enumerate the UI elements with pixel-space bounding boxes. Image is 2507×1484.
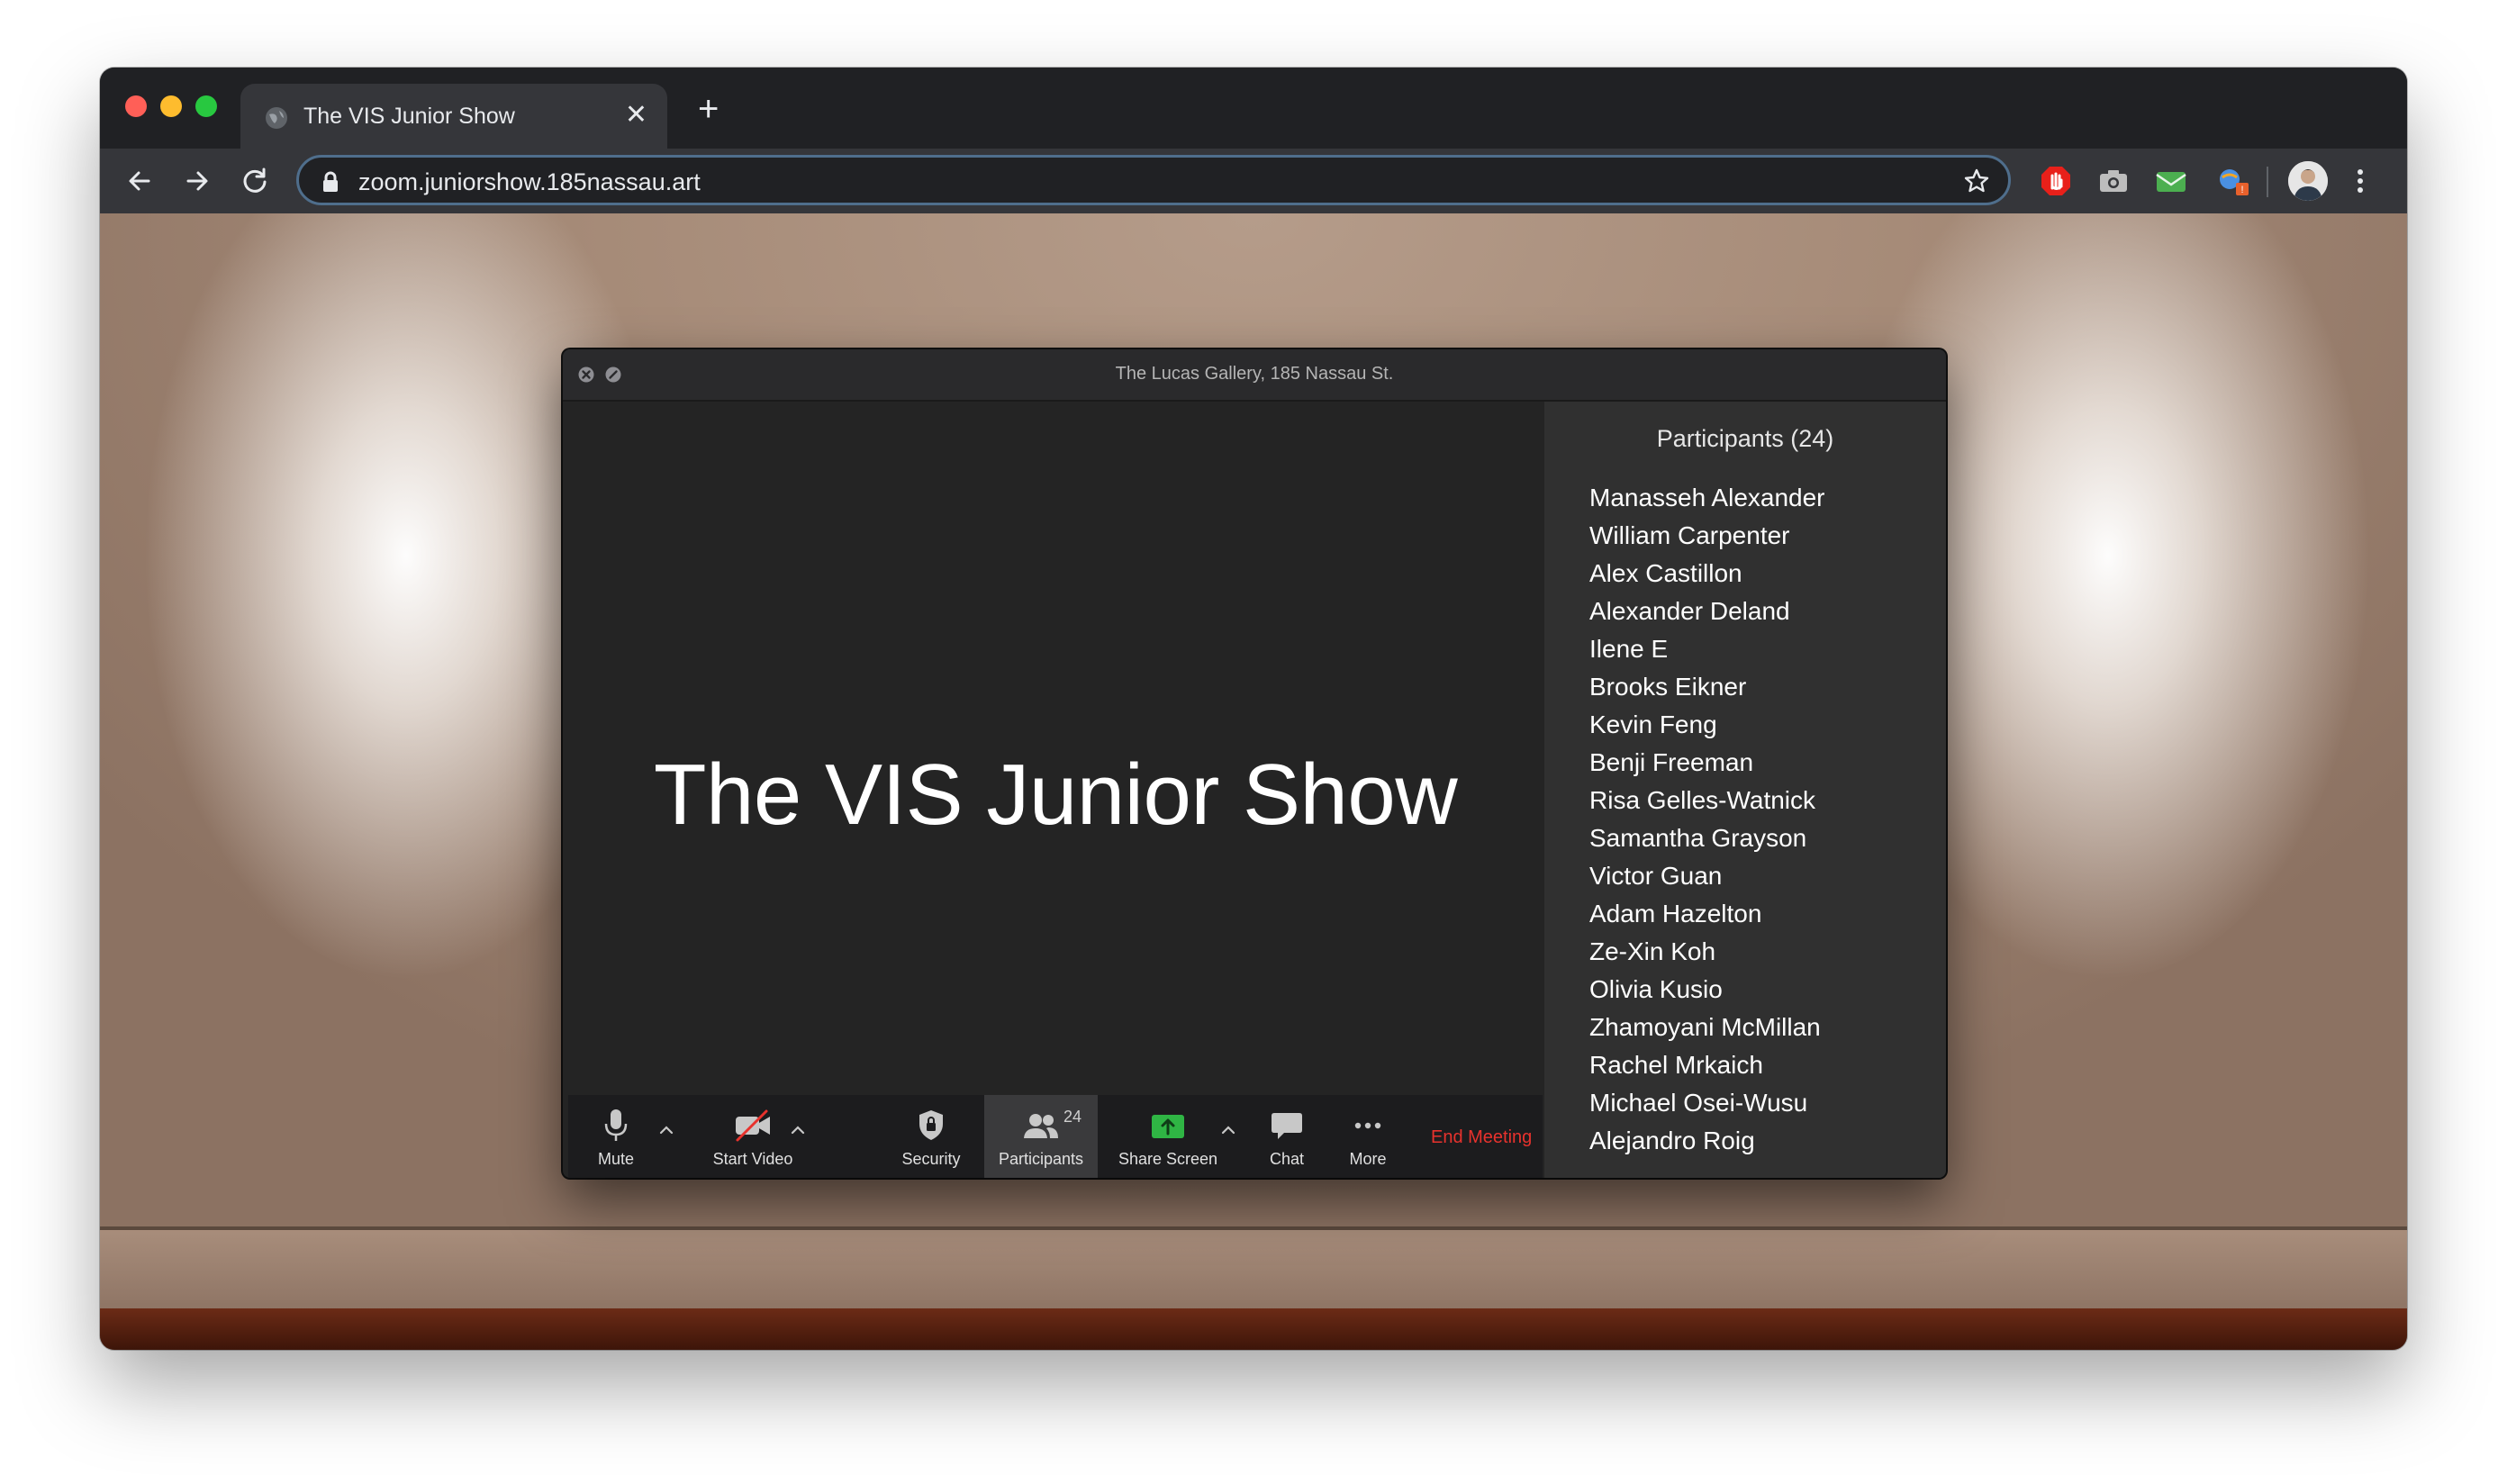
participant-item[interactable]: Alex Castillon [1589,555,1825,593]
reload-icon[interactable] [239,165,271,197]
participants-list: Manasseh Alexander William Carpenter Alex … [1589,479,1825,1160]
tab-close-icon[interactable]: ✕ [625,102,647,129]
more-menu-icon[interactable] [2351,165,2369,197]
more-label: More [1349,1150,1387,1168]
participant-item[interactable]: Zhamoyani McMillan [1589,1009,1825,1046]
zoom-titlebar: The Lucas Gallery, 185 Nassau St. [563,349,1946,402]
start-video-label: Start Video [712,1150,793,1168]
tab-strip: The VIS Junior Show ✕ + [100,68,2407,149]
chat-button[interactable]: Chat [1253,1095,1321,1178]
minimize-window-button[interactable] [160,95,182,117]
close-window-button[interactable] [125,95,147,117]
address-bar[interactable]: zoom.juniorshow.185nassau.art [296,155,2011,205]
participant-item[interactable]: Alejandro Roig [1589,1122,1825,1160]
tab-title: The VIS Junior Show [303,104,515,129]
participants-panel: Participants (24) Manasseh Alexander Will… [1544,402,1946,1178]
meeting-controls: Mute Start Video Security 24 Participant… [568,1095,1543,1178]
new-tab-icon[interactable]: + [698,91,719,127]
participant-item[interactable]: Rachel Mrkaich [1589,1046,1825,1084]
participant-item[interactable]: Adam Hazelton [1589,895,1825,933]
camera-extension-icon[interactable] [2095,163,2131,199]
security-button[interactable]: Security [883,1095,979,1178]
participants-panel-title: Participants (24) [1656,425,1834,452]
participant-item[interactable]: Manasseh Alexander [1589,479,1825,517]
avatar[interactable] [2288,161,2328,201]
participant-item[interactable]: Benji Freeman [1589,744,1825,782]
share-options-chevron-icon[interactable] [1218,1120,1238,1140]
participants-label: Participants [998,1150,1084,1168]
shared-screen-stage: The VIS Junior Show [568,402,1543,1095]
browser-toolbar: zoom.juniorshow.185nassau.art ! [100,149,2407,213]
participants-button[interactable]: 24 Participants [984,1095,1098,1178]
share-screen-label: Share Screen [1118,1150,1218,1168]
participant-item[interactable]: Kevin Feng [1589,706,1825,744]
wall-lower [100,1230,2407,1308]
chat-label: Chat [1269,1150,1305,1168]
mail-extension-icon[interactable] [2153,163,2189,199]
participant-item[interactable]: Brooks Eikner [1589,668,1825,706]
lock-icon [323,171,338,192]
participant-item[interactable]: Alexander Deland [1589,593,1825,630]
zoom-window: The Lucas Gallery, 185 Nassau St. The VI… [563,349,1946,1178]
participant-item[interactable]: William Carpenter [1589,517,1825,555]
url-text: zoom.juniorshow.185nassau.art [358,168,701,195]
zoom-window-title: The Lucas Gallery, 185 Nassau St. [1115,364,1394,384]
participant-item[interactable]: Michael Osei-Wusu [1589,1084,1825,1122]
shield-icon [919,1110,943,1140]
back-icon[interactable] [123,165,156,197]
video-off-icon [736,1109,770,1142]
browser-window: The VIS Junior Show ✕ + zoom.juniorshow.… [100,68,2407,1350]
participants-count-badge: 24 [1063,1108,1082,1126]
share-screen-button[interactable]: Share Screen [1105,1095,1231,1178]
globe-icon [266,107,287,129]
adblock-extension-icon[interactable] [2038,163,2074,199]
security-label: Security [901,1150,961,1168]
participant-item[interactable]: Olivia Kusio [1589,971,1825,1009]
audio-options-chevron-icon[interactable] [656,1120,676,1140]
participant-item[interactable]: Risa Gelles-Watnick [1589,782,1825,819]
participant-item[interactable]: Ilene E [1589,630,1825,668]
star-icon[interactable] [1963,167,1990,195]
gallery-background: The Lucas Gallery, 185 Nassau St. The VI… [100,213,2407,1350]
mute-label: Mute [597,1150,635,1168]
shared-screen-title: The VIS Junior Show [653,747,1458,843]
participant-item[interactable]: Ze-Xin Koh [1589,933,1825,971]
mute-button[interactable]: Mute [581,1095,651,1178]
participant-item[interactable]: Victor Guan [1589,857,1825,895]
floor [100,1308,2407,1350]
forward-icon[interactable] [181,165,213,197]
svg-text:!: ! [2240,185,2243,195]
translate-extension-icon[interactable]: ! [2214,163,2250,199]
profile-icon [2288,161,2328,201]
participant-item[interactable]: Samantha Grayson [1589,819,1825,857]
more-button[interactable]: More [1330,1095,1406,1178]
maximize-window-button[interactable] [195,95,217,117]
toolbar-divider [2267,167,2268,197]
browser-tab[interactable]: The VIS Junior Show ✕ [240,84,667,149]
video-options-chevron-icon[interactable] [788,1120,808,1140]
participants-icon [1024,1114,1058,1138]
end-meeting-button[interactable]: End Meeting [1431,1127,1532,1148]
chat-icon [1272,1113,1302,1139]
share-screen-icon [1152,1115,1184,1138]
microphone-icon [604,1109,628,1141]
ellipsis-icon [1354,1122,1381,1129]
